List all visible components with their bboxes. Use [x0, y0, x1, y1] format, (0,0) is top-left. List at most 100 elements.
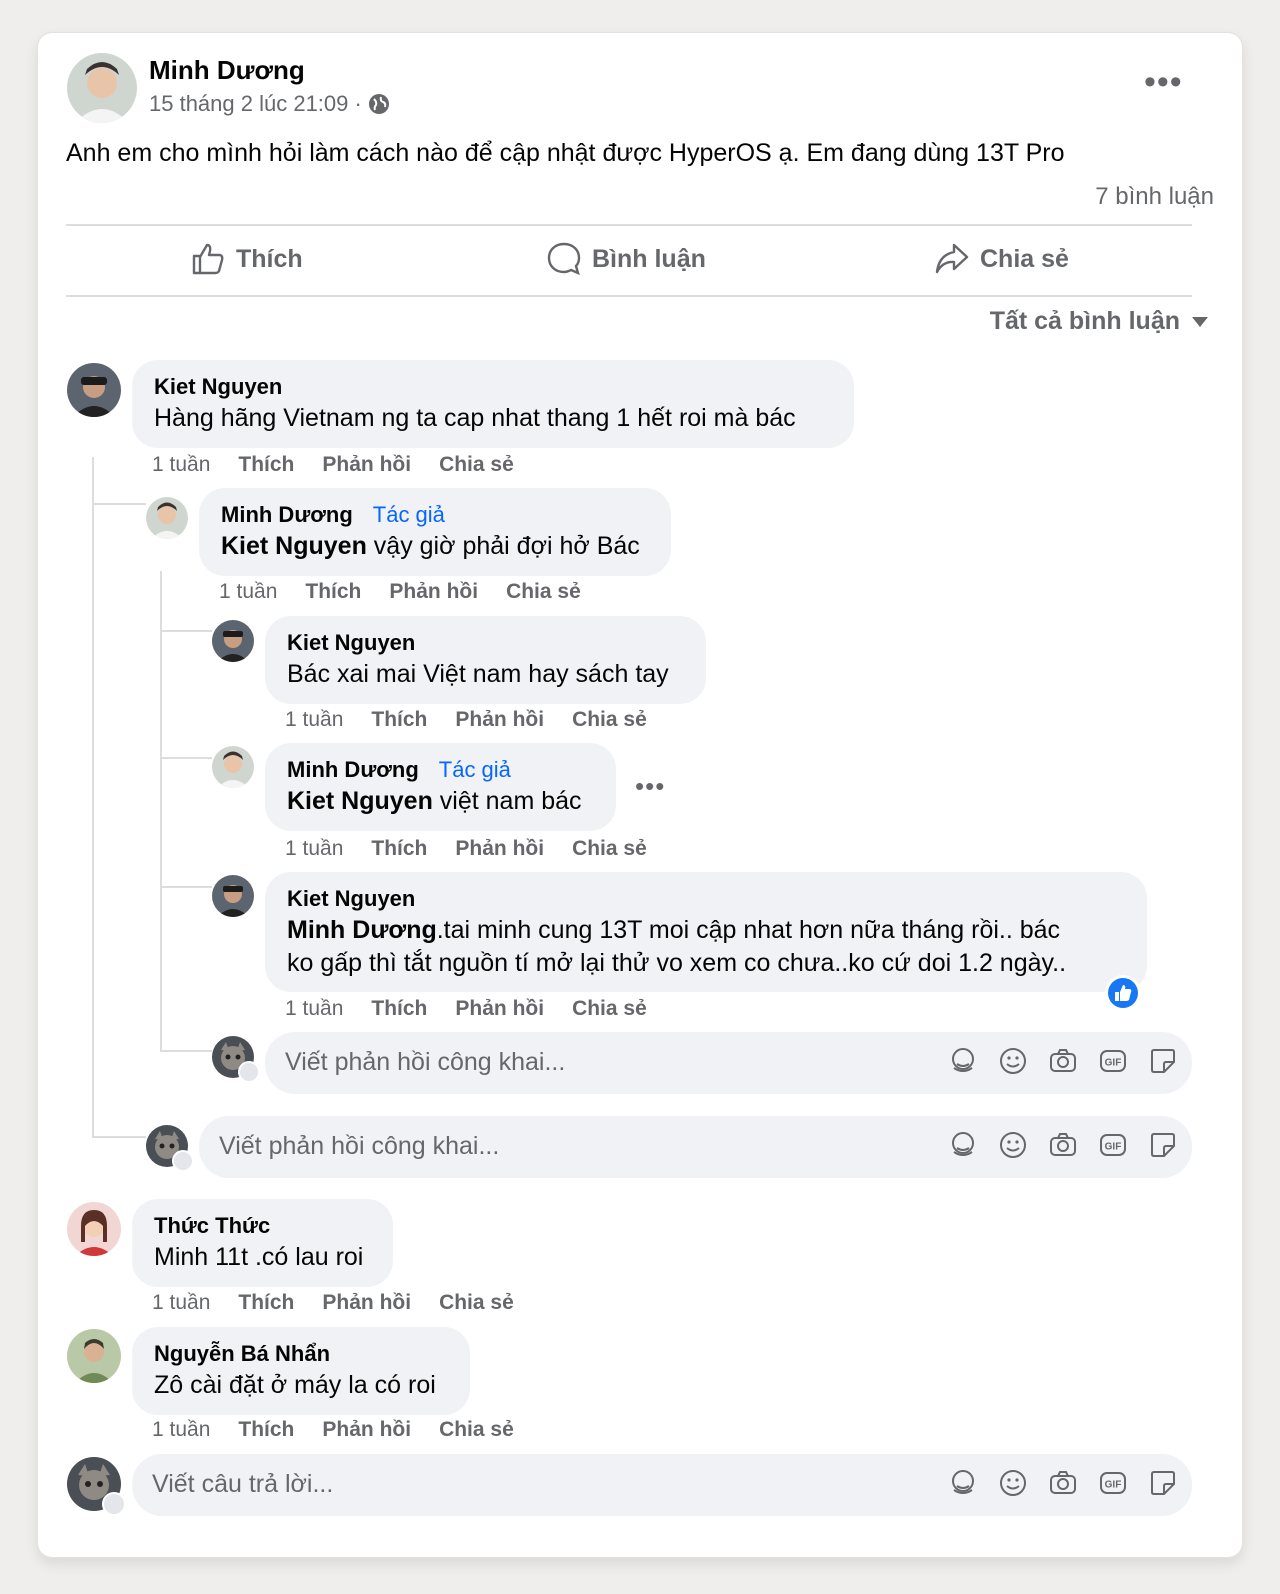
avatar-switch-badge[interactable] [238, 1061, 260, 1083]
gif-icon[interactable]: GIF [1098, 1046, 1128, 1076]
sticker-icon[interactable] [1148, 1468, 1178, 1498]
thread-branch [92, 503, 146, 505]
comment-sort-dropdown[interactable]: Tất cả bình luận [990, 307, 1208, 336]
camera-icon[interactable] [1048, 1130, 1078, 1160]
mention-link[interactable]: Kiet Nguyen [221, 532, 367, 560]
comment-like-button[interactable]: Thích [238, 453, 294, 477]
like-reaction-icon [1108, 978, 1138, 1008]
commenter-name[interactable]: Kiet Nguyen [154, 372, 834, 402]
emoji-icon[interactable] [998, 1046, 1028, 1076]
post-timestamp[interactable]: 15 tháng 2 lúc 21:09 · [149, 91, 362, 117]
comment-like-button[interactable]: Thích [238, 1418, 294, 1442]
comment-bubble: Minh Dương Tác giả Kiet Nguyen vậy giờ ph… [199, 488, 671, 576]
comment-reply-button[interactable]: Phản hồi [455, 997, 544, 1021]
comment-count[interactable]: 7 bình luận [1095, 183, 1214, 211]
comment-like-button[interactable]: Thích [238, 1291, 294, 1315]
camera-icon[interactable] [1048, 1468, 1078, 1498]
comment-options-button[interactable]: ••• [635, 771, 665, 802]
thread-line [92, 457, 94, 1137]
post-options-button[interactable]: ••• [1144, 63, 1183, 102]
comment-like-button[interactable]: Thích [371, 708, 427, 732]
post-meta: 15 tháng 2 lúc 21:09 · [149, 91, 390, 117]
comment-bubble: Minh Dương Tác giả Kiet Nguyen việt nam b… [265, 743, 616, 831]
divider-bottom [66, 295, 1192, 297]
divider-top [66, 224, 1192, 226]
comment-time[interactable]: 1 tuần [285, 708, 343, 732]
reply-input-box[interactable]: Viết phản hồi công khai... GIF [199, 1116, 1192, 1178]
emoji-icon[interactable] [998, 1468, 1028, 1498]
commenter-avatar[interactable] [212, 620, 254, 662]
reply-input-box[interactable]: Viết phản hồi công khai... GIF [265, 1032, 1192, 1094]
comment-reply-button[interactable]: Phản hồi [322, 453, 411, 477]
comment-label: Bình luận [592, 244, 706, 273]
answer-input[interactable]: Viết câu trả lời... [152, 1470, 333, 1499]
comment-reply-button[interactable]: Phản hồi [322, 1418, 411, 1442]
answer-input-box[interactable]: Viết câu trả lời... GIF [132, 1454, 1192, 1516]
thumbs-up-icon [192, 243, 224, 275]
comment-share-button[interactable]: Chia sẻ [439, 453, 514, 477]
comment-time[interactable]: 1 tuần [285, 837, 343, 861]
author-avatar[interactable] [67, 53, 137, 123]
comment-share-button[interactable]: Chia sẻ [572, 708, 647, 732]
like-reaction-badge[interactable] [1105, 975, 1141, 1011]
comment-actions: 1 tuần Thích Phản hồi Chia sẻ [152, 1418, 514, 1442]
like-button[interactable]: Thích [190, 241, 303, 277]
avatar-switch-badge[interactable] [172, 1150, 194, 1172]
avatar-sticker-icon[interactable] [948, 1130, 978, 1160]
caret-down-icon [1192, 316, 1208, 327]
commenter-avatar[interactable] [212, 746, 254, 788]
commenter-avatar[interactable] [67, 1329, 121, 1383]
mention-link[interactable]: Kiet Nguyen [287, 787, 433, 815]
sort-label: Tất cả bình luận [989, 307, 1180, 335]
comment-time[interactable]: 1 tuần [152, 453, 210, 477]
reply-input[interactable]: Viết phản hồi công khai... [285, 1048, 565, 1077]
reply-tools: GIF [948, 1046, 1178, 1076]
avatar-switch-badge[interactable] [102, 1492, 126, 1516]
comment-share-button[interactable]: Chia sẻ [439, 1291, 514, 1315]
avatar-sticker-icon[interactable] [948, 1046, 978, 1076]
commenter-avatar[interactable] [212, 875, 254, 917]
commenter-name[interactable]: Minh Dương [221, 502, 353, 527]
comment-share-button[interactable]: Chia sẻ [439, 1418, 514, 1442]
author-badge: Tác giả [438, 757, 511, 782]
comment-body: .tai minh cung 13T moi cập nhat hơn nữa … [436, 916, 1061, 944]
mention-link[interactable]: Minh Dương [287, 916, 437, 944]
comment-like-button[interactable]: Thích [371, 837, 427, 861]
commenter-name[interactable]: Kiet Nguyen [287, 628, 686, 658]
sticker-icon[interactable] [1148, 1046, 1178, 1076]
comment-reply-button[interactable]: Phản hồi [455, 708, 544, 732]
svg-text:GIF: GIF [1105, 1480, 1122, 1491]
comment-share-button[interactable]: Chia sẻ [572, 837, 647, 861]
comment-reply-button[interactable]: Phản hồi [389, 580, 478, 604]
comment-text-continued: ko gấp thì tắt nguồn tí mở lại thử vo xe… [287, 949, 1067, 977]
comment-time[interactable]: 1 tuần [152, 1291, 210, 1315]
comment-like-button[interactable]: Thích [371, 997, 427, 1021]
gif-icon[interactable]: GIF [1098, 1130, 1128, 1160]
commenter-avatar[interactable] [146, 497, 188, 539]
sticker-icon[interactable] [1148, 1130, 1178, 1160]
comment-time[interactable]: 1 tuần [219, 580, 277, 604]
reply-input[interactable]: Viết phản hồi công khai... [219, 1132, 499, 1161]
comment-share-button[interactable]: Chia sẻ [506, 580, 581, 604]
commenter-avatar[interactable] [67, 363, 121, 417]
commenter-name[interactable]: Nguyễn Bá Nhẩn [154, 1339, 450, 1369]
comment-time[interactable]: 1 tuần [152, 1418, 210, 1442]
comment-button[interactable]: Bình luận [546, 241, 706, 277]
post-author-name[interactable]: Minh Dương [149, 55, 305, 86]
comment-share-button[interactable]: Chia sẻ [572, 997, 647, 1021]
camera-icon[interactable] [1048, 1046, 1078, 1076]
comment-like-button[interactable]: Thích [305, 580, 361, 604]
commenter-name[interactable]: Minh Dương [287, 757, 419, 782]
share-button[interactable]: Chia sẻ [934, 241, 1069, 277]
commenter-name[interactable]: Kiet Nguyen [287, 884, 1127, 914]
comment-text: Hàng hãng Vietnam ng ta cap nhat thang 1… [154, 404, 796, 432]
commenter-avatar[interactable] [67, 1202, 121, 1256]
commenter-name[interactable]: Thức Thức [154, 1211, 373, 1241]
comment-actions: 1 tuần Thích Phản hồi Chia sẻ [285, 997, 647, 1021]
comment-reply-button[interactable]: Phản hồi [322, 1291, 411, 1315]
avatar-sticker-icon[interactable] [948, 1468, 978, 1498]
gif-icon[interactable]: GIF [1098, 1468, 1128, 1498]
comment-time[interactable]: 1 tuần [285, 997, 343, 1021]
comment-reply-button[interactable]: Phản hồi [455, 837, 544, 861]
emoji-icon[interactable] [998, 1130, 1028, 1160]
